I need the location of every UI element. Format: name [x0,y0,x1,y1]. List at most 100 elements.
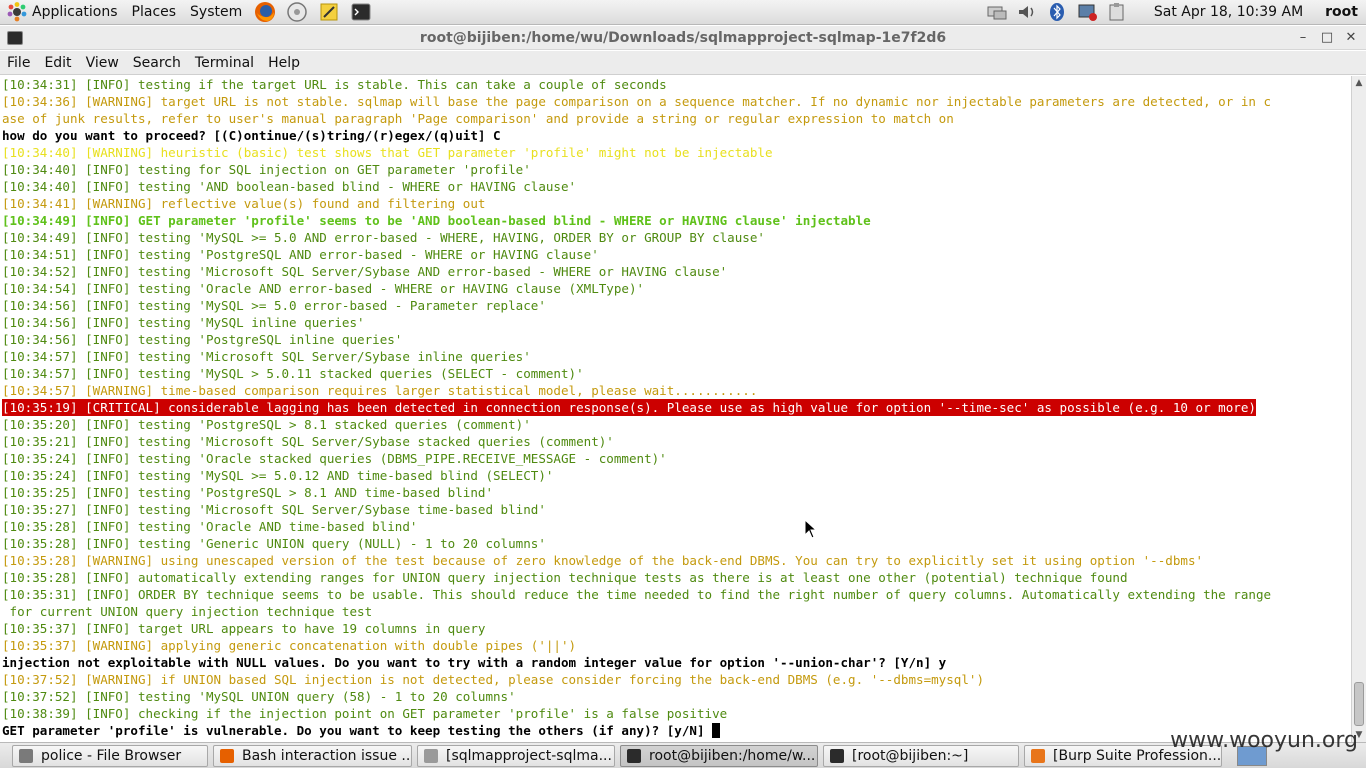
terminal-line: [10:35:31] [INFO] ORDER BY technique see… [2,586,1351,603]
firefox-icon [220,748,234,763]
scroll-down-arrow-icon[interactable]: ▼ [1352,728,1366,742]
network-icon[interactable] [985,1,1009,23]
terminal-line: [10:34:57] [INFO] testing 'Microsoft SQL… [2,348,1351,365]
menu-edit[interactable]: Edit [37,55,78,71]
terminal-line-text: [10:34:40] [INFO] testing 'AND boolean-b… [2,179,577,194]
terminal-line: [10:37:52] [INFO] testing 'MySQL UNION q… [2,688,1351,705]
taskbar-item[interactable]: [Burp Suite Profession... [1024,744,1222,767]
panel-clock[interactable]: Sat Apr 18, 10:39 AM [1132,4,1321,20]
file-browser-icon [19,748,33,763]
terminal-menubar: File Edit View Search Terminal Help [0,51,1366,75]
terminal-line-text: injection not exploitable with NULL valu… [2,655,947,670]
minimize-button[interactable]: – [1296,30,1310,45]
terminal-line: injection not exploitable with NULL valu… [2,654,1351,671]
terminal-line: [10:35:28] [INFO] testing 'Oracle AND ti… [2,518,1351,535]
terminal-line-text: [10:35:20] [INFO] testing 'PostgreSQL > … [2,417,531,432]
terminal-line: [10:35:28] [INFO] testing 'Generic UNION… [2,535,1351,552]
terminal-line-text: [10:34:56] [INFO] testing 'PostgreSQL in… [2,332,403,347]
terminal-line: [10:34:57] [WARNING] time-based comparis… [2,382,1351,399]
notes-icon[interactable] [317,1,341,23]
network-manager-icon[interactable] [1075,1,1099,23]
terminal-line: [10:34:56] [INFO] testing 'MySQL inline … [2,314,1351,331]
menu-file[interactable]: File [0,55,37,71]
terminal-line: [10:34:40] [INFO] testing for SQL inject… [2,161,1351,178]
terminal-line-text: [10:34:31] [INFO] testing if the target … [2,77,667,92]
places-menu[interactable]: Places [125,0,184,25]
taskbar-item-label: root@bijiben:/home/w... [649,747,816,764]
terminal-line-text: [10:37:52] [WARNING] if UNION based SQL … [2,672,985,687]
scroll-up-arrow-icon[interactable]: ▲ [1352,76,1366,90]
terminal-line-text: [10:34:52] [INFO] testing 'Microsoft SQL… [2,264,728,279]
terminal-line-text: how do you want to proceed? [(C)ontinue/… [2,128,501,143]
window-titlebar[interactable]: root@bijiben:/home/wu/Downloads/sqlmappr… [0,26,1366,50]
terminal-line: [10:34:51] [INFO] testing 'PostgreSQL AN… [2,246,1351,263]
terminal-line: [10:38:39] [INFO] checking if the inject… [2,705,1351,722]
terminal-line-text: [10:34:56] [INFO] testing 'MySQL >= 5.0 … [2,298,546,313]
panel-user[interactable]: root [1321,4,1366,20]
terminal-line-text: [10:34:49] [INFO] GET parameter 'profile… [2,213,871,228]
terminal-line: [10:34:54] [INFO] testing 'Oracle AND er… [2,280,1351,297]
terminal-line-text: [10:35:19] [CRITICAL] considerable laggi… [2,399,1256,416]
firefox-icon[interactable] [253,1,277,23]
terminal-line-text: [10:35:24] [INFO] testing 'Oracle stacke… [2,451,667,466]
taskbar-item[interactable]: root@bijiben:/home/w... [620,744,818,767]
taskbar-item[interactable]: [root@bijiben:~] [823,744,1019,767]
terminal-line-text: [10:35:31] [INFO] ORDER BY technique see… [2,587,1272,602]
taskbar-item[interactable]: Bash interaction issue ... [213,744,412,767]
workspace-switcher[interactable] [1237,745,1267,766]
terminal-line-text: [10:35:28] [INFO] testing 'Generic UNION… [2,536,546,551]
terminal-line-text: GET parameter 'profile' is vulnerable. D… [2,723,713,738]
scrollbar-thumb[interactable] [1354,682,1364,726]
taskbar-item-label: police - File Browser [41,747,182,764]
terminal-line: how do you want to proceed? [(C)ontinue/… [2,127,1351,144]
terminal-line-text: [10:34:57] [WARNING] time-based comparis… [2,383,758,398]
terminal-line-text: [10:34:36] [WARNING] target URL is not s… [2,94,1272,109]
system-menu[interactable]: System [183,0,249,25]
terminal-line: [10:34:40] [WARNING] heuristic (basic) t… [2,144,1351,161]
terminal-output[interactable]: [10:34:31] [INFO] testing if the target … [0,76,1351,742]
terminal-line-text: [10:35:27] [INFO] testing 'Microsoft SQL… [2,502,546,517]
menu-help[interactable]: Help [261,55,307,71]
taskbar-item[interactable]: [sqlmapproject-sqlma... [417,744,615,767]
applications-menu-label: Applications [32,4,118,20]
mouse-pointer-icon [804,519,818,539]
terminal-line: for current UNION query injection techni… [2,603,1351,620]
taskbar-item-label: [root@bijiben:~] [852,747,969,764]
terminal-line: ase of junk results, refer to user's man… [2,110,1351,127]
clipboard-icon[interactable] [1105,1,1129,23]
terminal-line: [10:35:24] [INFO] testing 'Oracle stacke… [2,450,1351,467]
terminal-line: [10:34:40] [INFO] testing 'AND boolean-b… [2,178,1351,195]
terminal-line: [10:35:37] [WARNING] applying generic co… [2,637,1351,654]
bottom-taskbar: police - File Browser Bash interaction is… [0,742,1366,768]
close-button[interactable]: ✕ [1344,30,1358,45]
terminal-line: [10:37:52] [WARNING] if UNION based SQL … [2,671,1351,688]
volume-icon[interactable] [1015,1,1039,23]
applications-menu[interactable]: Applications [0,0,125,25]
taskbar-item[interactable]: police - File Browser [12,744,208,767]
terminal-line: [10:34:52] [INFO] testing 'Microsoft SQL… [2,263,1351,280]
terminal-line-text: [10:34:57] [INFO] testing 'Microsoft SQL… [2,349,531,364]
terminal-line-text: [10:35:28] [INFO] testing 'Oracle AND ti… [2,519,418,534]
gnome-foot-icon [7,2,27,22]
taskbar-item-label: [Burp Suite Profession... [1053,747,1222,764]
terminal-line: [10:35:28] [WARNING] using unescaped ver… [2,552,1351,569]
terminal-line-text: [10:34:56] [INFO] testing 'MySQL inline … [2,315,365,330]
terminal-scrollbar[interactable]: ▲ ▼ [1351,76,1366,742]
gear-settings-icon[interactable] [285,1,309,23]
menu-search[interactable]: Search [126,55,188,71]
maximize-button[interactable]: □ [1320,30,1334,45]
menu-view[interactable]: View [79,55,126,71]
terminal-line-text: for current UNION query injection techni… [2,604,373,619]
bluetooth-icon[interactable] [1045,1,1069,23]
terminal-line-text: [10:34:40] [INFO] testing for SQL inject… [2,162,531,177]
terminal-line-text: [10:34:51] [INFO] testing 'PostgreSQL AN… [2,247,599,262]
terminal-line-text: [10:37:52] [INFO] testing 'MySQL UNION q… [2,689,516,704]
terminal-line: [10:34:57] [INFO] testing 'MySQL > 5.0.1… [2,365,1351,382]
taskbar-item-label: Bash interaction issue ... [242,747,412,764]
terminal-line: [10:35:27] [INFO] testing 'Microsoft SQL… [2,501,1351,518]
terminal-window-icon[interactable] [7,30,23,45]
terminal-line-text: [10:38:39] [INFO] checking if the inject… [2,706,728,721]
burp-icon [1031,748,1045,763]
menu-terminal[interactable]: Terminal [188,55,261,71]
terminal-icon[interactable] [349,1,373,23]
